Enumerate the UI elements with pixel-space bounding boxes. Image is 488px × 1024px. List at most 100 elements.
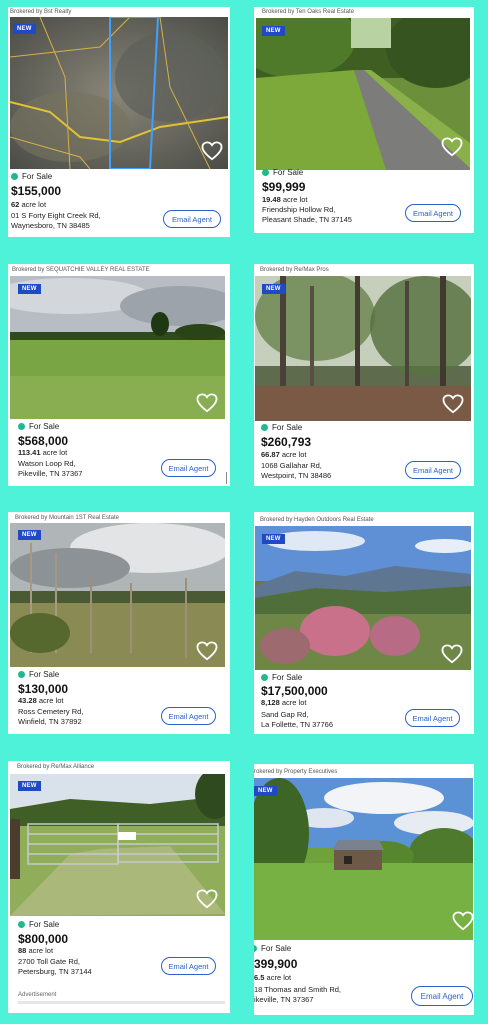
status-label: For Sale [261,944,292,953]
email-agent-button[interactable]: Email Agent [161,707,216,725]
lot-size-value: 66.87 [261,450,280,459]
status-dot-icon [18,671,25,678]
email-agent-button[interactable]: Email Agent [405,204,461,222]
advertisement-label: Advertisement [18,992,57,998]
status-label: For Sale [29,920,60,929]
listing-photo[interactable] [255,526,471,670]
broker-name: Brokered by SEQUATCHIE VALLEY REAL ESTAT… [12,267,150,273]
heart-icon[interactable] [441,137,463,157]
listing-photo[interactable] [10,523,225,667]
listing-price: $568,000 [18,434,69,448]
email-agent-button[interactable]: Email Agent [405,461,461,479]
email-agent-button[interactable]: Email Agent [405,709,460,727]
listing-card-5[interactable]: Brokered by Mountain 1ST Real Estate NEW… [8,512,230,734]
email-agent-button[interactable]: Email Agent [411,986,473,1006]
lot-size-unit: acre lot [38,696,64,705]
listing-card-6[interactable]: Brokered by Hayden Outdoors Real Estate … [254,512,474,734]
listing-price: $130,000 [18,682,69,696]
status-label: For Sale [22,172,53,181]
address-line-2: Waynesboro, TN 38485 [11,221,90,230]
lot-size-unit: acre lot [266,973,292,982]
heart-icon[interactable] [442,394,464,414]
listing-status: For Sale [18,920,59,929]
listing-photo[interactable] [10,276,225,419]
lot-size-unit: acre lot [281,450,307,459]
address-line-2: ikeville, TN 37367 [254,995,314,1004]
listing-status: For Sale [18,422,59,431]
heart-icon[interactable] [201,141,223,161]
address-line-1: Ross Cemetery Rd, [18,707,84,716]
lot-size-value: 8,128 [261,698,280,707]
heart-icon[interactable] [196,641,218,661]
listing-address[interactable]: Sand Gap Rd, La Follette, TN 37766 [261,710,333,730]
address-line-1: Sand Gap Rd, [261,710,309,719]
heart-icon[interactable] [196,889,218,909]
status-dot-icon [18,921,25,928]
lot-size: 8,128 acre lot [261,698,306,707]
email-agent-button[interactable]: Email Agent [161,957,216,975]
status-label: For Sale [272,673,303,682]
address-line-2: Pikeville, TN 37367 [18,469,83,478]
lot-size-value: 62 [11,200,20,209]
lot-size-unit: acre lot [28,946,54,955]
address-line-2: La Follette, TN 37766 [261,720,333,729]
listing-card-4[interactable]: Brokered by Re/Max Pros NEW For Sale $26… [254,264,474,486]
status-label: For Sale [272,423,303,432]
listing-address[interactable]: 1068 Gallahar Rd, Westpoint, TN 38486 [261,461,331,481]
listing-address[interactable]: Friendship Hollow Rd, Pleasant Shade, TN … [262,205,352,225]
lot-size-unit: acre lot [282,195,308,204]
listing-photo[interactable] [255,276,471,421]
email-agent-button[interactable]: Email Agent [161,459,216,477]
status-label: For Sale [273,168,304,177]
heart-icon[interactable] [452,911,474,931]
listing-photo[interactable] [10,17,228,169]
listing-card-7[interactable]: Brokered by Re/Max Alliance NEW For Sale… [8,761,230,1013]
new-badge: NEW [18,284,41,294]
listing-status: For Sale [254,944,291,953]
broker-name: Brokered by Ten Oaks Real Estate [262,9,354,15]
lot-size-unit: acre lot [42,448,68,457]
listing-card-8[interactable]: rokered by Property Executives NEW For S… [254,764,474,1015]
heart-icon[interactable] [441,644,463,664]
listing-status: For Sale [261,673,302,682]
listing-photo[interactable] [10,774,225,916]
listing-photo[interactable] [254,778,473,940]
lot-size: 66.87 acre lot [261,450,306,459]
lot-size: 88 acre lot [18,946,53,955]
address-line-1: 01 S Forty Eight Creek Rd, [11,211,101,220]
address-line-2: Petersburg, TN 37144 [18,967,92,976]
listing-address[interactable]: 18 Thomas and Smith Rd, ikeville, TN 3736… [254,985,341,1005]
broker-name: Brokered by Mountain 1ST Real Estate [15,515,119,521]
broker-name: rokered by Property Executives [254,769,338,775]
status-dot-icon [254,945,257,952]
listing-address[interactable]: 01 S Forty Eight Creek Rd, Waynesboro, TN… [11,211,101,231]
address-line-1: 1068 Gallahar Rd, [261,461,322,470]
status-label: For Sale [29,422,60,431]
broker-name: Brokered by Bst Realty [10,9,72,15]
address-line-2: Westpoint, TN 38486 [261,471,332,480]
status-dot-icon [261,674,268,681]
heart-icon[interactable] [196,393,218,413]
listing-address[interactable]: Watson Loop Rd, Pikeville, TN 37367 [18,459,82,479]
listing-address[interactable]: 2700 Toll Gate Rd, Petersburg, TN 37144 [18,957,92,977]
listing-card-3[interactable]: Brokered by SEQUATCHIE VALLEY REAL ESTAT… [8,264,230,486]
listing-status: For Sale [11,172,52,181]
listing-photo[interactable] [256,18,470,170]
listing-status: For Sale [18,670,59,679]
new-badge: NEW [18,530,41,540]
address-line-1: 2700 Toll Gate Rd, [18,957,80,966]
scroll-indicator [226,472,227,484]
new-badge: NEW [262,26,285,36]
lot-size-unit: acre lot [21,200,47,209]
listing-address[interactable]: Ross Cemetery Rd, Winfield, TN 37892 [18,707,83,727]
listing-card-2[interactable]: Brokered by Ten Oaks Real Estate NEW For… [254,7,474,233]
status-dot-icon [11,173,18,180]
lot-size: 43.28 acre lot [18,696,63,705]
address-line-2: Winfield, TN 37892 [18,717,82,726]
email-agent-button[interactable]: Email Agent [163,210,221,228]
lot-size-value: 88 [18,946,27,955]
address-line-1: Watson Loop Rd, [18,459,76,468]
listing-price: $260,793 [261,435,312,449]
lot-size-value: 43.28 [18,696,37,705]
listing-card-1[interactable]: Brokered by Bst Realty NEW For Sale $155… [8,7,230,237]
